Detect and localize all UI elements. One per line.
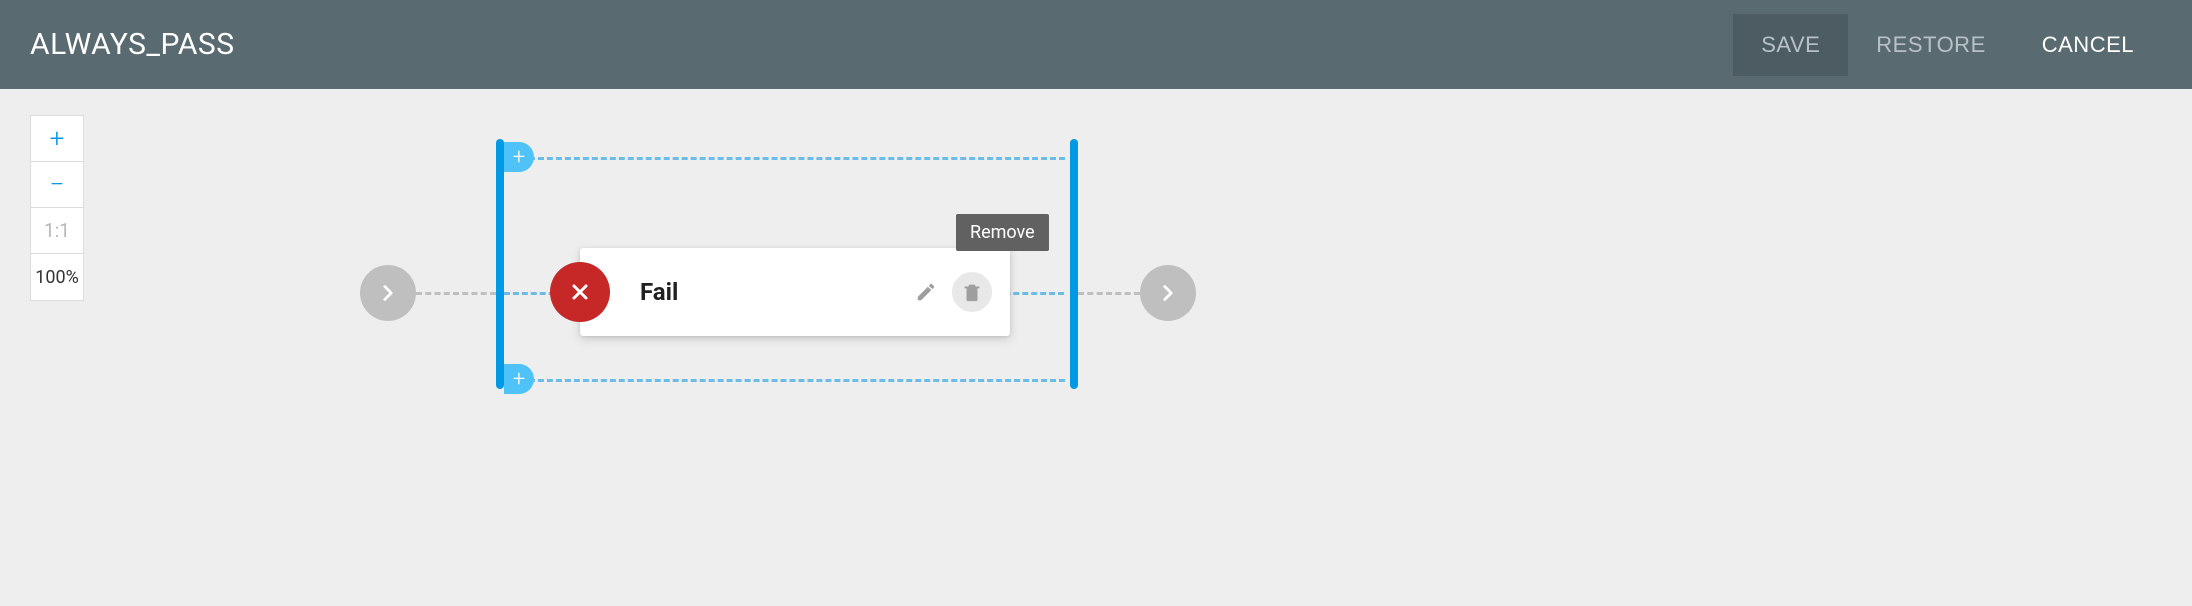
restore-button[interactable]: RESTORE <box>1848 14 2013 76</box>
header-bar: ALWAYS_PASS SAVE RESTORE CANCEL <box>0 0 2192 89</box>
page-title: ALWAYS_PASS <box>30 27 235 62</box>
node-actions <box>906 272 992 312</box>
add-lane-bottom-button[interactable]: + <box>504 364 534 394</box>
zoom-level: 100% <box>31 254 83 300</box>
plus-icon: + <box>513 145 525 170</box>
flow-diagram: + + Fail Remove <box>360 139 1200 389</box>
trash-icon <box>961 281 983 303</box>
save-button[interactable]: SAVE <box>1733 14 1848 76</box>
canvas[interactable]: + − 1:1 100% + + Fail <box>0 89 2192 606</box>
zoom-reset-button[interactable]: 1:1 <box>31 208 83 254</box>
edit-node-button[interactable] <box>906 272 946 312</box>
fail-badge <box>550 262 610 322</box>
flow-end-icon[interactable] <box>1140 265 1196 321</box>
zoom-in-button[interactable]: + <box>31 116 83 162</box>
node-label: Fail <box>640 278 678 306</box>
tooltip-remove: Remove <box>956 214 1049 251</box>
zoom-controls: + − 1:1 100% <box>30 115 84 301</box>
pencil-icon <box>915 281 937 303</box>
header-actions: SAVE RESTORE CANCEL <box>1733 14 2162 76</box>
stage-rail-left <box>496 139 504 389</box>
add-lane-top-button[interactable]: + <box>504 142 534 172</box>
zoom-out-button[interactable]: − <box>31 162 83 208</box>
cancel-button[interactable]: CANCEL <box>2014 14 2162 76</box>
plus-icon: + <box>513 367 525 392</box>
stage-rail-right <box>1070 139 1078 389</box>
remove-node-button[interactable] <box>952 272 992 312</box>
connector-in <box>416 292 496 295</box>
connector-out <box>1078 292 1140 295</box>
lane-top <box>520 157 1065 160</box>
lane-bottom <box>520 379 1065 382</box>
node-card[interactable]: Fail <box>580 248 1010 336</box>
flow-start-icon[interactable] <box>360 265 416 321</box>
